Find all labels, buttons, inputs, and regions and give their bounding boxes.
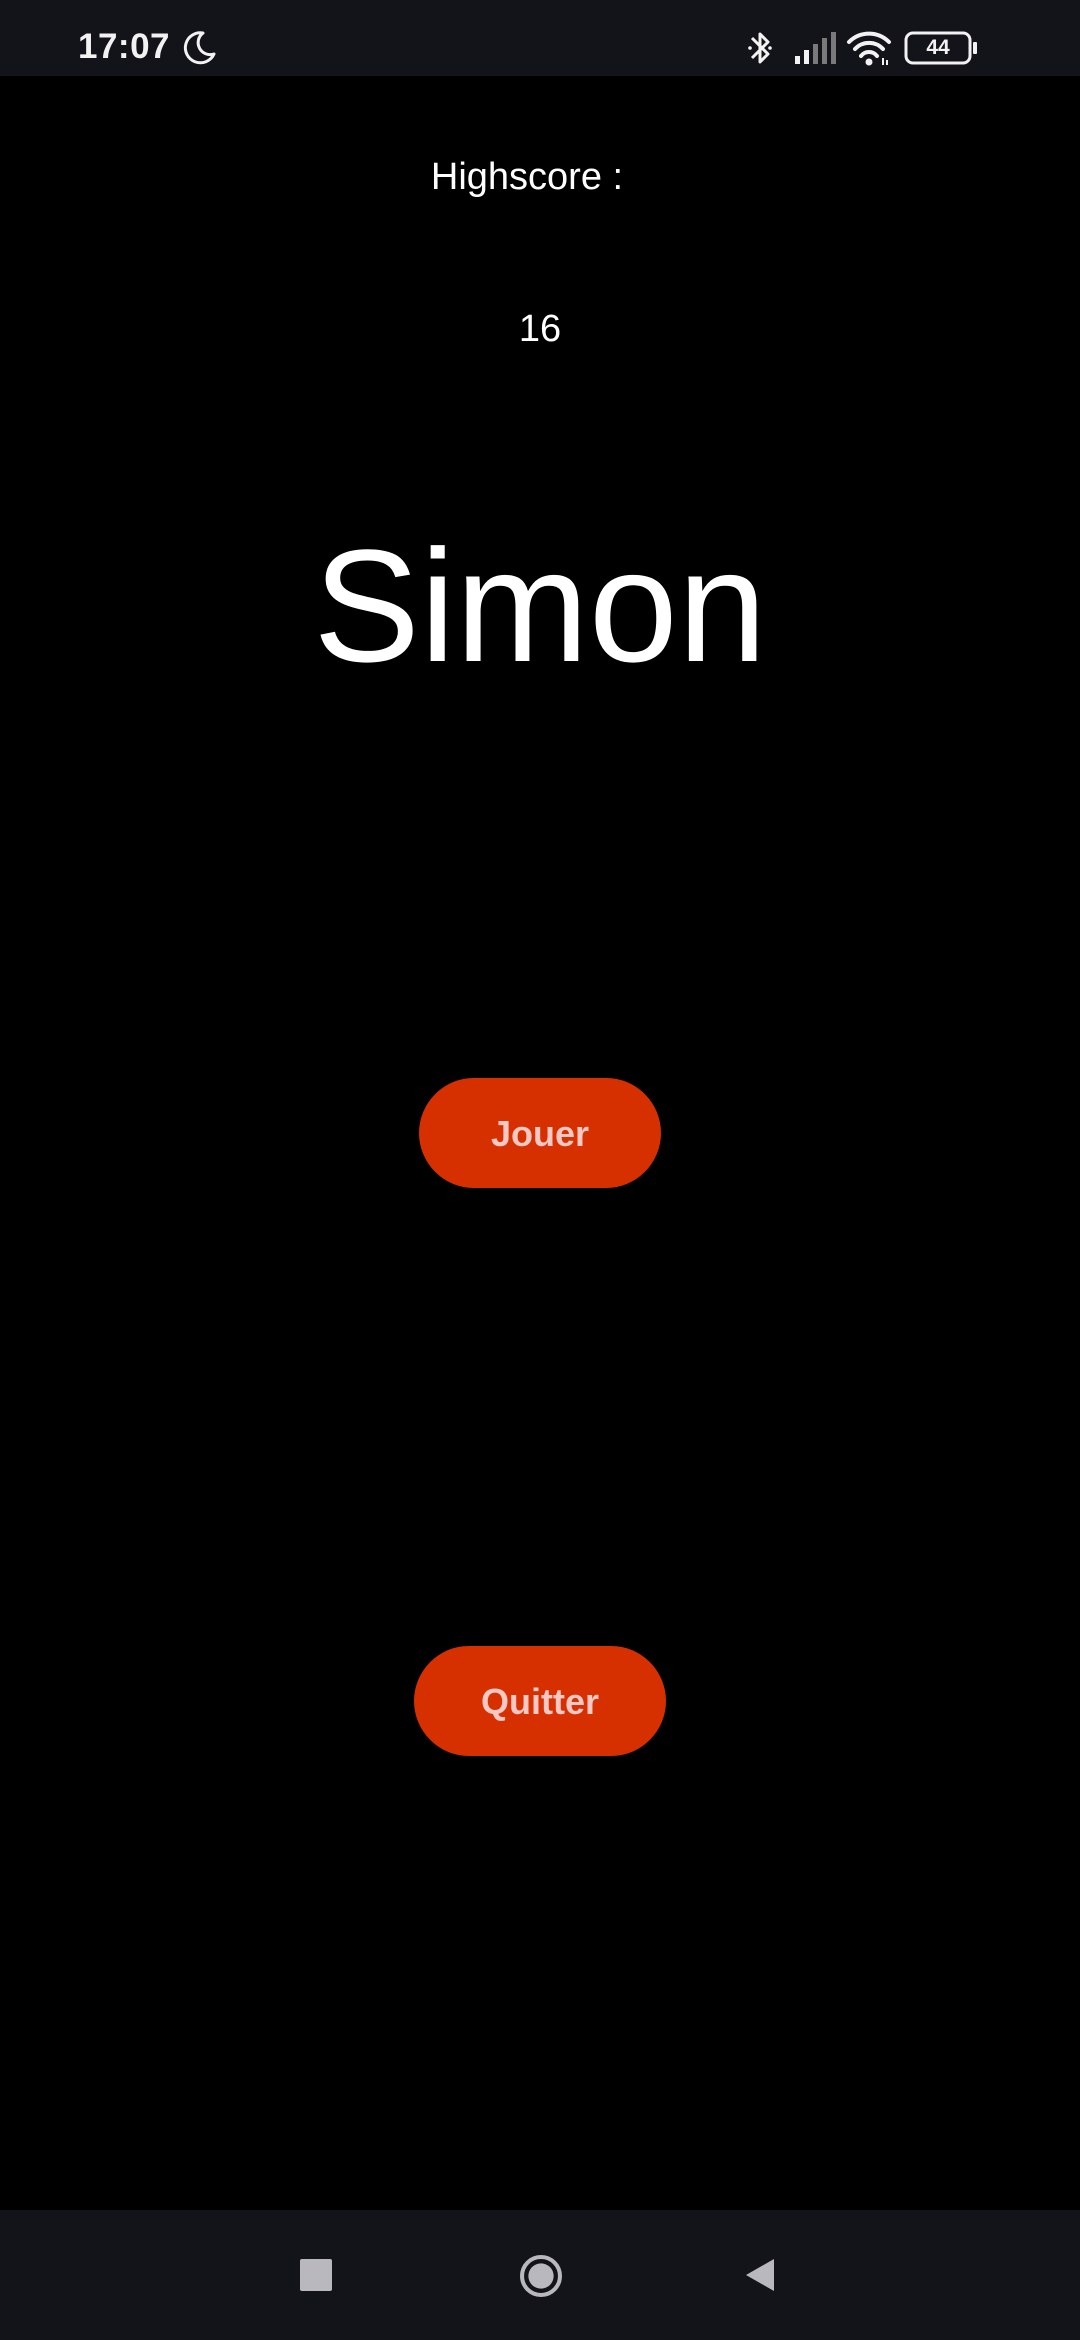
status-bar: 17:07 44 — [0, 0, 1080, 76]
back-icon — [746, 2259, 774, 2291]
status-time: 17:07 — [78, 27, 171, 66]
highscore-label: Highscore : — [430, 156, 624, 198]
game-title: Simon — [313, 516, 767, 695]
moon-icon — [183, 31, 216, 65]
screen: 17:07 44 Highscore: 16 Simon Jouer Quit… — [0, 0, 1080, 2340]
recents-button[interactable] — [276, 2210, 356, 2340]
home-button[interactable] — [500, 2210, 580, 2340]
bluetooth-icon — [748, 32, 772, 64]
highscore-value: 16 — [518, 308, 562, 350]
back-button[interactable] — [720, 2210, 800, 2340]
quit-button[interactable]: Quitter — [414, 1646, 666, 1756]
wifi-icon — [847, 31, 891, 66]
play-button[interactable]: Jouer — [419, 1078, 661, 1188]
home-icon — [520, 2255, 562, 2297]
recents-icon — [300, 2259, 332, 2291]
signal-icon — [795, 32, 836, 64]
battery-level: 44 — [926, 36, 950, 59]
navigation-bar — [0, 2210, 1080, 2340]
